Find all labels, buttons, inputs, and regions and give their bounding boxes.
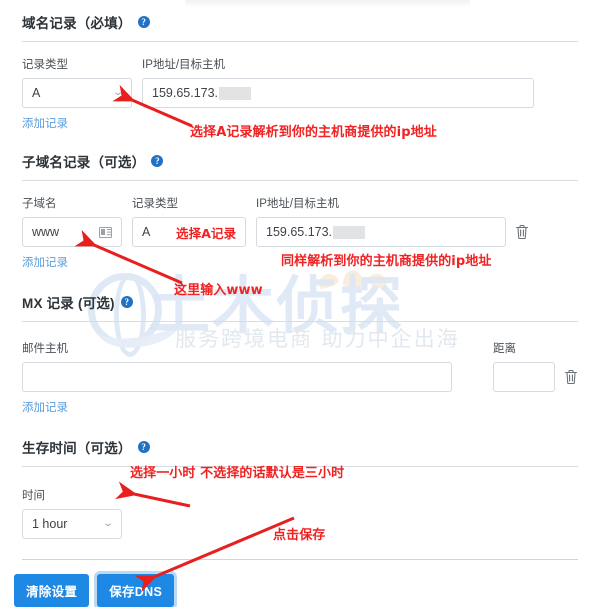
domain-ip-input[interactable]: 159.65.173.	[142, 78, 534, 108]
label-record-type: 记录类型	[22, 59, 68, 71]
clear-settings-button[interactable]: 清除设置	[14, 574, 90, 607]
help-icon[interactable]: ?	[137, 441, 150, 453]
mx-distance-field[interactable]	[503, 370, 545, 384]
subdomain-ip-group: IP地址/目标主机 159.65.173.	[256, 195, 578, 247]
subdomain-ip-input[interactable]: 159.65.173.	[256, 217, 506, 247]
label-ip-host: IP地址/目标主机	[142, 59, 226, 71]
annotation-subdomain-ip: 同样解析到你的主机商提供的ip地址	[281, 254, 492, 269]
mx-mail-host-group: 邮件主机	[22, 340, 483, 392]
section-domain-records: 域名记录（必填） ? 记录类型 A ⌄ IP地址/目标主机 159.65.173…	[22, 0, 578, 132]
mx-mail-host-field[interactable]	[32, 370, 442, 384]
subdomain-record-row: 子域名 www 记录类型 A ⌄ IP地址/目标主机 159.65.173.	[22, 181, 578, 247]
subdomain-records-header: 子域名记录（可选） ?	[22, 139, 578, 171]
trash-icon[interactable]	[564, 369, 578, 385]
mx-distance-input[interactable]	[493, 362, 555, 392]
domain-add-record-link[interactable]: 添加记录	[22, 115, 68, 131]
subdomain-name-value: www	[32, 225, 60, 239]
label-distance: 距离	[493, 343, 516, 355]
mx-mail-host-input[interactable]	[22, 362, 452, 392]
domain-ip-group: IP地址/目标主机 159.65.173.	[142, 56, 578, 108]
label-record-type: 记录类型	[132, 198, 178, 210]
annotation-select-a-record: 选择A记录	[176, 226, 237, 241]
subdomain-record-type-value: A	[142, 225, 151, 239]
mx-add-record-link[interactable]: 添加记录	[22, 399, 68, 415]
contact-card-icon[interactable]	[99, 226, 112, 238]
annotation-enter-www: 这里输入www	[174, 283, 263, 298]
chevron-down-icon: ⌄	[102, 518, 114, 529]
subdomain-records-title: 子域名记录（可选）	[22, 155, 146, 170]
section-ttl: 生存时间（可选） ? 时间 1 hour ⌄	[22, 425, 578, 539]
domain-record-type-value: A	[32, 86, 41, 100]
mx-records-header: MX 记录 (可选) ?	[22, 280, 578, 312]
domain-record-type-select[interactable]: A ⌄	[22, 78, 132, 108]
chevron-down-icon: ⌄	[112, 87, 124, 98]
annotation-record-type: 选择A记录解析到你的主机商提供的ip地址	[190, 125, 437, 140]
ttl-title: 生存时间（可选）	[22, 441, 132, 456]
label-subdomain: 子域名	[22, 198, 57, 210]
section-mx-records: MX 记录 (可选) ? 邮件主机 距离 添加记录	[22, 280, 578, 416]
label-ip-host: IP地址/目标主机	[256, 198, 340, 210]
help-icon[interactable]: ?	[120, 296, 133, 308]
subdomain-ip-value: 159.65.173.	[266, 225, 333, 239]
domain-records-title: 域名记录（必填）	[22, 16, 132, 31]
redaction-box	[333, 225, 366, 239]
domain-record-type-group: 记录类型 A ⌄	[22, 56, 132, 108]
ttl-time-select[interactable]: 1 hour ⌄	[22, 509, 122, 539]
domain-record-row: 记录类型 A ⌄ IP地址/目标主机 159.65.173.	[22, 42, 578, 108]
redaction-box	[219, 86, 252, 100]
save-dns-button[interactable]: 保存DNS	[97, 574, 175, 607]
subdomain-add-record-link[interactable]: 添加记录	[22, 254, 68, 270]
help-icon[interactable]: ?	[151, 155, 164, 167]
form-actions: 清除设置 保存DNS	[14, 560, 578, 607]
mx-distance-group: 距离	[493, 340, 578, 392]
subdomain-name-group: 子域名 www	[22, 195, 122, 247]
ttl-time-group: 时间 1 hour ⌄	[22, 487, 122, 539]
label-time: 时间	[22, 490, 45, 502]
label-mail-host: 邮件主机	[22, 343, 68, 355]
domain-ip-value: 159.65.173.	[152, 86, 219, 100]
ttl-time-value: 1 hour	[32, 517, 68, 531]
mx-record-row: 邮件主机 距离	[22, 322, 578, 392]
domain-records-header: 域名记录（必填） ?	[22, 0, 578, 32]
trash-icon[interactable]	[515, 224, 529, 240]
annotation-ttl: 选择一小时 不选择的话默认是三小时	[130, 466, 345, 481]
mx-records-title: MX 记录 (可选)	[22, 296, 115, 311]
dns-settings-form: 域名记录（必填） ? 记录类型 A ⌄ IP地址/目标主机 159.65.173…	[0, 0, 600, 607]
help-icon[interactable]: ?	[137, 16, 150, 28]
ttl-header: 生存时间（可选） ?	[22, 425, 578, 457]
annotation-click-save: 点击保存	[273, 528, 326, 543]
subdomain-name-input[interactable]: www	[22, 217, 122, 247]
